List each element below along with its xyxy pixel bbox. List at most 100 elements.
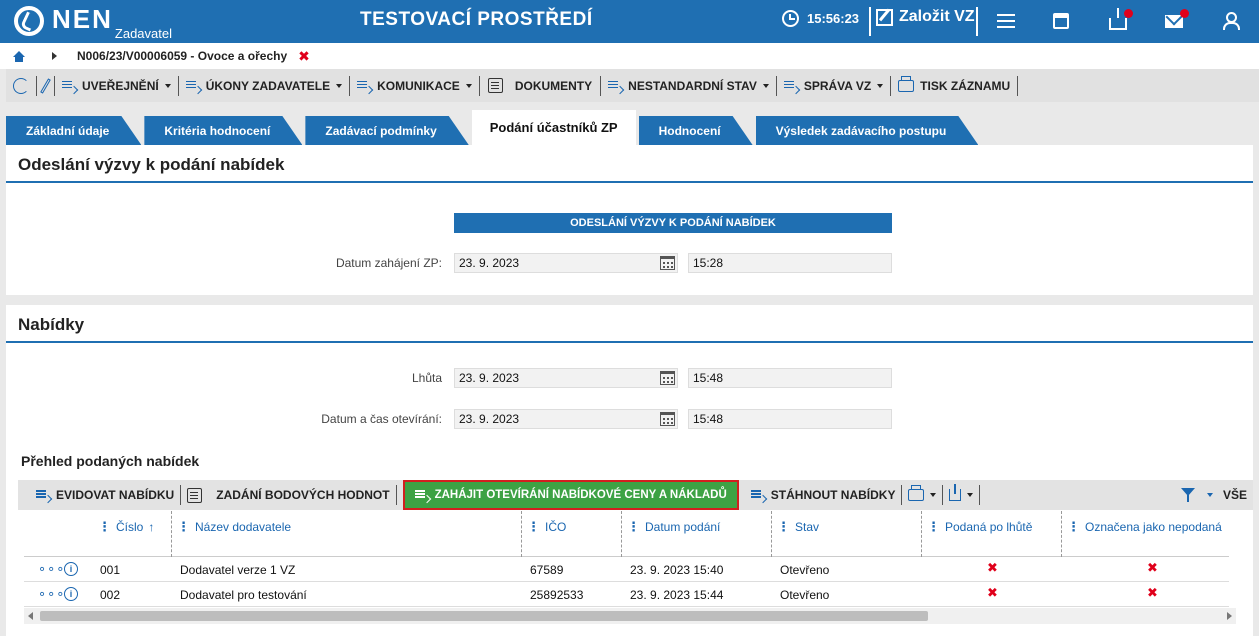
tab-procedure-result[interactable]: Výsledek zadávacího postupu bbox=[756, 116, 979, 145]
info-icon[interactable]: i bbox=[64, 587, 78, 601]
edit-button[interactable] bbox=[37, 69, 54, 102]
cell-number: 001 bbox=[100, 563, 121, 577]
opening-time-value: 15:48 bbox=[693, 412, 724, 426]
column-ico[interactable]: ⋮ IČO bbox=[527, 519, 566, 535]
invitation-header-bar: ODESLÁNÍ VÝZVY K PODÁNÍ NABÍDEK bbox=[454, 213, 892, 233]
scroll-thumb[interactable] bbox=[40, 611, 928, 621]
user-icon[interactable] bbox=[1221, 10, 1243, 32]
document-icon bbox=[487, 78, 503, 93]
scroll-right-icon[interactable] bbox=[1227, 612, 1232, 620]
column-state[interactable]: ⋮ Stav bbox=[777, 519, 819, 535]
column-late-label: Podaná po lhůtě bbox=[945, 520, 1033, 534]
nen-logo[interactable]: NEN Zadavatel bbox=[14, 4, 172, 41]
menu-list-icon bbox=[783, 80, 798, 92]
documents-button[interactable]: DOKUMENTY bbox=[480, 69, 600, 102]
deadline-date-field[interactable]: 23. 9. 2023 bbox=[454, 368, 678, 388]
print-icon bbox=[908, 485, 925, 501]
start-time-value: 15:28 bbox=[693, 256, 724, 270]
table-header: ⋮ Číslo ↑ ⋮ Název dodavatele ⋮ IČO ⋮ Datum po… bbox=[24, 511, 1229, 557]
score-entry-label: ZADÁNÍ BODOVÝCH HODNOT bbox=[216, 488, 390, 502]
calendar-icon[interactable] bbox=[660, 412, 675, 426]
logo-subtitle: Zadavatel bbox=[114, 26, 172, 41]
menu-list-icon bbox=[357, 80, 371, 92]
print-record-button[interactable]: TISK ZÁZNAMU bbox=[891, 69, 1017, 102]
create-vz-button[interactable]: Založit VZ bbox=[876, 8, 975, 26]
vz-management-menu[interactable]: SPRÁVA VZ bbox=[777, 69, 890, 102]
export-menu-button[interactable] bbox=[943, 480, 979, 510]
chevron-down-icon bbox=[930, 493, 937, 497]
cell-state: Otevřeno bbox=[780, 588, 830, 602]
column-ico-label: IČO bbox=[545, 520, 567, 534]
deadline-date-value: 23. 9. 2023 bbox=[459, 371, 520, 385]
row-actions-icon[interactable]: ∘∘∘ bbox=[38, 586, 65, 602]
table-row[interactable]: ∘∘∘ i 002 Dodavatel pro testování 258925… bbox=[24, 582, 1229, 607]
cell-number: 002 bbox=[100, 588, 121, 602]
column-state-label: Stav bbox=[795, 520, 820, 534]
communication-label: KOMUNIKACE bbox=[377, 78, 460, 93]
start-date-field[interactable]: 23. 9. 2023 bbox=[454, 253, 678, 273]
cell-ico: 67589 bbox=[530, 563, 564, 577]
breadcrumb-text[interactable]: N006/23/V00006059 - Ovoce a ořechy bbox=[77, 49, 287, 63]
column-marked-unsubmitted[interactable]: ⋮ Označena jako nepodaná bbox=[1067, 519, 1222, 535]
actions-label: ÚKONY ZADAVATELE bbox=[205, 78, 331, 93]
tab-tender-conditions[interactable]: Zadávací podmínky bbox=[305, 116, 468, 145]
publish-menu[interactable]: UVEŘEJNĚNÍ bbox=[55, 69, 178, 102]
home-icon[interactable] bbox=[13, 50, 25, 62]
opening-label: Datum a čas otevírání: bbox=[321, 412, 442, 426]
table-row[interactable]: ∘∘∘ i 001 Dodavatel verze 1 VZ 67589 23.… bbox=[24, 557, 1229, 582]
column-supplier-name[interactable]: ⋮ Název dodavatele bbox=[177, 519, 291, 535]
scroll-left-icon[interactable] bbox=[28, 612, 33, 620]
sort-asc-icon: ↑ bbox=[148, 520, 155, 534]
chevron-down-icon bbox=[967, 493, 974, 497]
info-icon[interactable]: i bbox=[64, 562, 78, 576]
start-time-field[interactable]: 15:28 bbox=[688, 253, 892, 273]
cell-state: Otevřeno bbox=[780, 563, 830, 577]
tab-participant-submissions[interactable]: Podání účastníků ZP bbox=[471, 110, 636, 145]
tab-basic-info[interactable]: Základní údaje bbox=[6, 116, 141, 145]
mail-icon[interactable] bbox=[1165, 9, 1189, 32]
opening-date-field[interactable]: 23. 9. 2023 bbox=[454, 409, 678, 429]
offers-section-title: Nabídky bbox=[6, 305, 1253, 343]
download-offers-button[interactable]: STÁHNOUT NABÍDKY bbox=[745, 480, 902, 510]
column-supplier-name-label: Název dodavatele bbox=[195, 520, 292, 534]
nonstandard-state-menu[interactable]: NESTANDARDNÍ STAV bbox=[601, 69, 776, 102]
calculator-icon[interactable] bbox=[1053, 10, 1075, 32]
column-late[interactable]: ⋮ Podaná po lhůtě bbox=[927, 519, 1032, 535]
reload-icon bbox=[13, 77, 29, 94]
document-icon bbox=[187, 487, 203, 503]
chevron-down-icon bbox=[336, 83, 343, 88]
actions-menu[interactable]: ÚKONY ZADAVATELE bbox=[179, 69, 349, 102]
column-number-label: Číslo bbox=[116, 520, 144, 534]
start-price-opening-button[interactable]: ZAHÁJIT OTEVÍRÁNÍ NABÍDKOVÉ CENY A NÁKLA… bbox=[402, 480, 739, 510]
inbox-icon[interactable] bbox=[1109, 8, 1133, 32]
export-icon bbox=[949, 484, 962, 501]
calendar-icon[interactable] bbox=[660, 256, 675, 270]
score-entry-button[interactable]: ZADÁNÍ BODOVÝCH HODNOT bbox=[181, 480, 395, 510]
tab-evaluation-criteria[interactable]: Kritéria hodnocení bbox=[144, 116, 302, 145]
opening-time-field[interactable]: 15:48 bbox=[688, 409, 892, 429]
column-submission-date[interactable]: ⋮ Datum podání bbox=[627, 519, 720, 535]
horizontal-scrollbar[interactable] bbox=[24, 608, 1236, 624]
pencil-icon bbox=[40, 77, 51, 94]
register-offer-button[interactable]: EVIDOVAT NABÍDKU bbox=[18, 480, 180, 510]
tab-evaluation[interactable]: Hodnocení bbox=[639, 116, 753, 145]
close-icon[interactable]: ✖ bbox=[298, 48, 310, 65]
invitation-panel: Odeslání výzvy k podání nabídek ODESLÁNÍ… bbox=[6, 145, 1253, 295]
reload-button[interactable] bbox=[6, 69, 36, 102]
cell-submission-date: 23. 9. 2023 15:44 bbox=[630, 588, 724, 602]
print-icon bbox=[898, 75, 915, 92]
view-all-dropdown[interactable]: VŠE bbox=[1201, 480, 1253, 510]
column-number[interactable]: ⋮ Číslo ↑ bbox=[98, 519, 154, 535]
deadline-time-field[interactable]: 15:48 bbox=[688, 368, 892, 388]
cell-ico: 25892533 bbox=[530, 588, 584, 602]
cell-submission-date: 23. 9. 2023 15:40 bbox=[630, 563, 724, 577]
row-actions-icon[interactable]: ∘∘∘ bbox=[38, 561, 65, 577]
download-offers-label: STÁHNOUT NABÍDKY bbox=[770, 488, 896, 502]
session-time: 15:56:23 bbox=[807, 11, 860, 26]
calendar-icon[interactable] bbox=[660, 371, 675, 385]
cross-icon: ✖ bbox=[987, 585, 998, 600]
communication-menu[interactable]: KOMUNIKACE bbox=[350, 69, 479, 102]
menu-icon[interactable] bbox=[995, 10, 1017, 32]
filter-button[interactable] bbox=[1175, 480, 1201, 510]
print-menu-button[interactable] bbox=[902, 480, 942, 510]
